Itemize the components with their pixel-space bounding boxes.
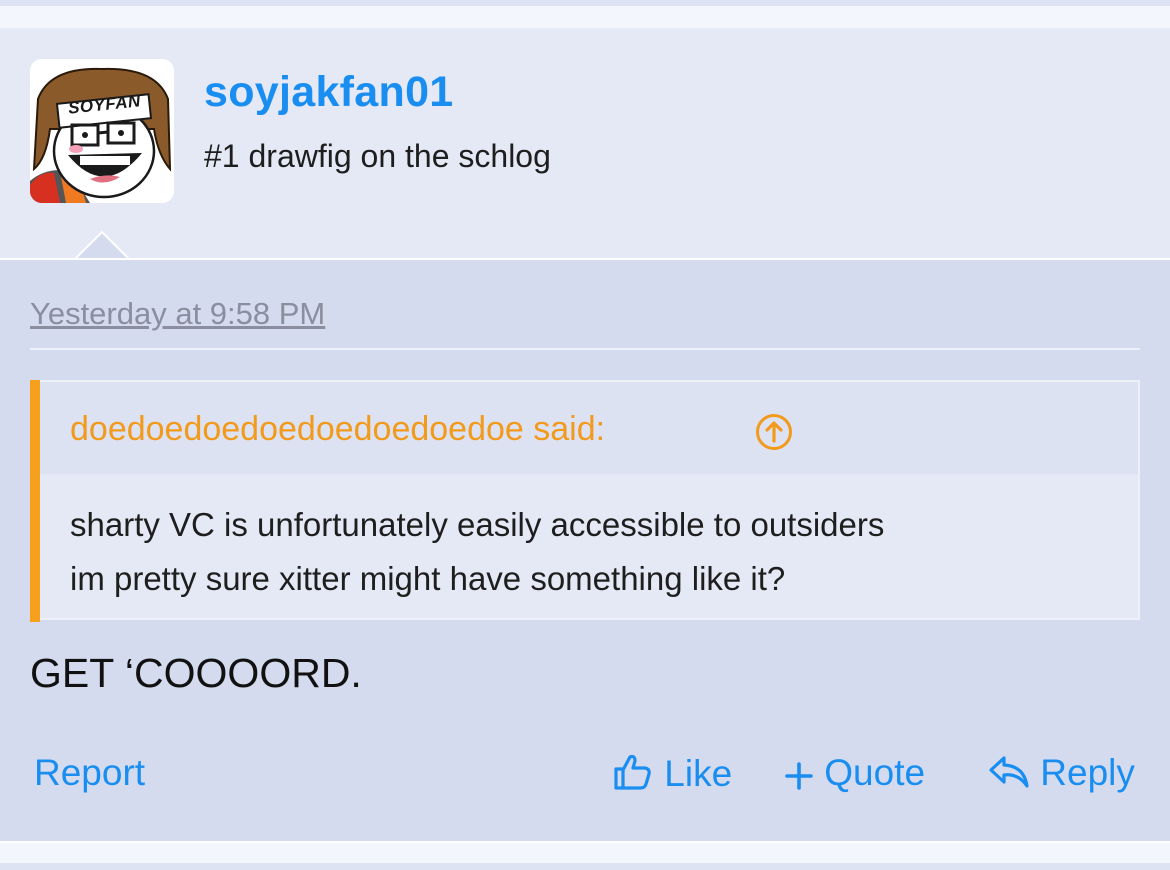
reply-label: Reply	[1040, 752, 1135, 793]
post-timestamp-link[interactable]: Yesterday at 9:58 PM	[30, 296, 325, 332]
like-label: Like	[664, 753, 733, 794]
quote-accent-bar	[30, 380, 40, 622]
quote-button[interactable]: Quote	[784, 752, 925, 794]
quote-text: sharty VC is unfortunately easily access…	[70, 498, 884, 606]
next-post-gap	[0, 843, 1170, 863]
plus-icon	[785, 762, 813, 790]
report-link[interactable]: Report	[34, 752, 145, 794]
username-link[interactable]: soyjakfan01	[204, 68, 454, 117]
quote-line: sharty VC is unfortunately easily access…	[70, 506, 885, 543]
jump-to-quoted-arrow-up-icon[interactable]	[754, 412, 794, 452]
quote-label: Quote	[824, 752, 926, 793]
soyjak-avatar-image	[30, 59, 174, 203]
quote-block: doedoedoedoedoedoedoedoe said: sharty VC…	[30, 380, 1140, 622]
reply-arrow-icon	[989, 756, 1029, 788]
quote-line: im pretty sure xitter might have somethi…	[70, 560, 786, 597]
timestamp-divider	[30, 348, 1140, 350]
post-body: Yesterday at 9:58 PM doedoedoedoedoedoed…	[0, 258, 1170, 843]
previous-post-gap	[0, 6, 1170, 28]
like-button[interactable]: Like	[612, 752, 732, 795]
reply-button[interactable]: Reply	[988, 752, 1135, 794]
post-message: GET ‘COOOORD.	[30, 650, 362, 696]
avatar[interactable]: SOYFAN	[30, 59, 174, 203]
thumbs-up-icon	[614, 754, 651, 790]
quote-header: doedoedoedoedoedoedoedoe said:	[40, 382, 1138, 474]
post-user-header: SOYFAN soyjakfan01 #1 drawfig on the sch…	[0, 30, 1170, 258]
user-title: #1 drawfig on the schlog	[204, 138, 551, 174]
bottom-separator	[0, 863, 1170, 870]
quote-author-link[interactable]: doedoedoedoedoedoedoedoe said:	[70, 410, 605, 449]
header-pointer-arrow	[75, 230, 129, 260]
